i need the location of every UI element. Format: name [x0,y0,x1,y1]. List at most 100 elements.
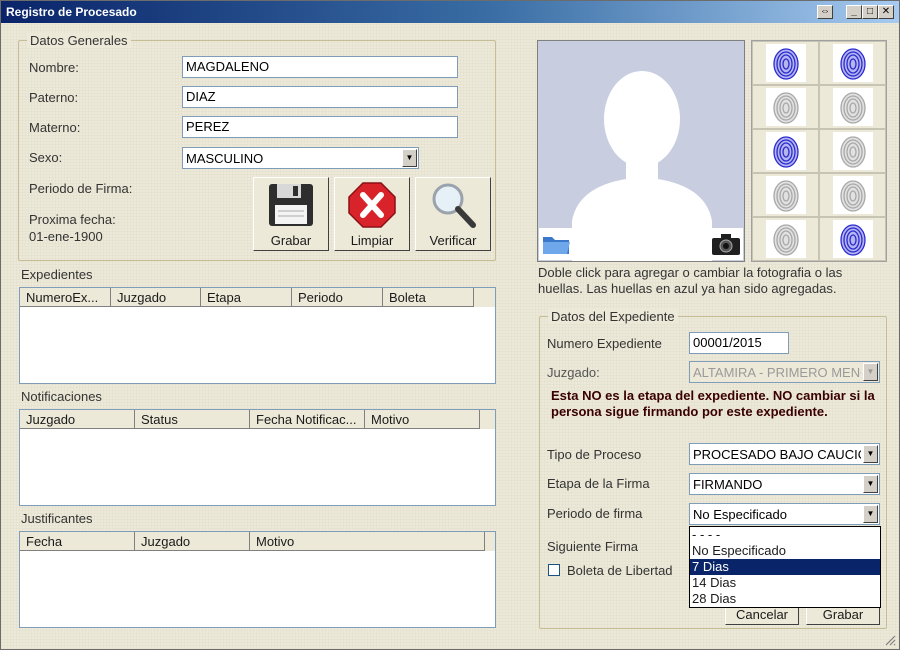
grabar-expediente-button[interactable]: Grabar [806,605,880,625]
fingerprint-icon [765,44,806,82]
tipo-proceso-label: Tipo de Proceso [547,447,642,462]
paterno-input[interactable]: DIAZ [182,86,458,108]
magnifier-icon [432,183,476,228]
boleta-libertad-checkbox[interactable] [548,564,560,576]
fingerprint-slot[interactable] [819,217,886,261]
etapa-warning: Esta NO es la etapa del expediente. NO c… [551,388,875,419]
limpiar-button-label: Limpiar [350,233,394,248]
fingerprints-grid [751,40,887,262]
juzgado-value: ALTAMIRA - PRIMERO MENOR [693,365,861,380]
col-juzgado[interactable]: Juzgado [20,410,135,429]
paterno-label: Paterno: [29,90,79,105]
folder-icon[interactable] [539,228,573,260]
justificantes-title: Justificantes [21,511,93,526]
col-juzgado[interactable]: Juzgado [111,288,201,307]
juzgado-label: Juzgado: [547,365,600,380]
col-fecha[interactable]: Fecha [20,532,135,551]
col-motivo[interactable]: Motivo [365,410,480,429]
periodo-option[interactable]: 28 Dias [690,591,880,607]
boleta-libertad-label: Boleta de Libertad [567,563,673,578]
fingerprint-icon [832,220,873,258]
etapa-firma-select[interactable]: FIRMANDO ▼ [689,473,880,495]
sexo-select[interactable]: MASCULINO ▼ [182,147,419,169]
col-boleta[interactable]: Boleta [383,288,474,307]
col-juzgado[interactable]: Juzgado [135,532,250,551]
materno-input[interactable]: PEREZ [182,116,458,138]
chevron-down-icon[interactable]: ▼ [863,475,878,493]
notificaciones-table[interactable]: Juzgado Status Fecha Notificac... Motivo [19,409,496,506]
nombre-label: Nombre: [29,60,79,75]
periodo-firma-select[interactable]: No Especificado ▼ [689,503,880,525]
col-fecha-notificacion[interactable]: Fecha Notificac... [250,410,365,429]
fingerprint-slot[interactable] [819,41,886,85]
periodo-option[interactable]: - - - - [690,527,880,543]
periodo-firma-label: Periodo de Firma: [29,181,133,196]
justificantes-table[interactable]: Fecha Juzgado Motivo [19,531,496,628]
justificantes-header: Fecha Juzgado Motivo [20,532,495,551]
limpiar-button[interactable]: Limpiar [334,177,410,251]
datos-expediente-legend: Datos del Expediente [548,309,678,324]
sexo-label: Sexo: [29,150,63,165]
fingerprint-slot[interactable] [752,129,819,173]
juzgado-select: ALTAMIRA - PRIMERO MENOR ▼ [689,361,880,383]
minimize-button[interactable]: _ [846,5,862,19]
fingerprint-icon [765,176,806,214]
verificar-button[interactable]: Verificar [415,177,491,251]
periodo-firma-dropdown[interactable]: - - - - No Especificado 7 Dias 14 Dias 2… [689,526,881,608]
camera-icon[interactable] [709,228,743,260]
fingerprint-slot[interactable] [752,173,819,217]
etapa-firma-label: Etapa de la Firma [547,476,650,491]
photo-area[interactable] [537,40,745,262]
col-motivo[interactable]: Motivo [250,532,485,551]
fingerprint-slot[interactable] [819,173,886,217]
periodo-firma-label: Periodo de firma [547,506,643,521]
expedientes-table[interactable]: NumeroEx... Juzgado Etapa Periodo Boleta [19,287,496,384]
fingerprint-slot[interactable] [819,129,886,173]
col-numero[interactable]: NumeroEx... [20,288,111,307]
numero-expediente-input[interactable]: 00001/2015 [689,332,789,354]
col-status[interactable]: Status [135,410,250,429]
expedientes-title: Expedientes [21,267,93,282]
periodo-option-selected[interactable]: 7 Dias [690,559,880,575]
cancelar-button[interactable]: Cancelar [725,605,799,625]
col-etapa[interactable]: Etapa [201,288,292,307]
resize-grip-icon[interactable] [884,634,896,646]
close-button[interactable]: ✕ [878,5,894,19]
periodo-firma-value: No Especificado [693,507,787,522]
photo-notice: Doble click para agregar o cambiar la fo… [538,265,843,296]
etapa-firma-value: FIRMANDO [693,477,763,492]
maximize-button[interactable]: □ [862,5,878,19]
nombre-input[interactable]: MAGDALENO [182,56,458,78]
chevron-down-icon[interactable]: ▼ [402,149,417,167]
grabar-button-label: Grabar [270,233,312,248]
grabar-button[interactable]: Grabar [253,177,329,251]
clear-x-icon [348,182,396,228]
fingerprint-slot[interactable] [819,85,886,129]
sexo-value: MASCULINO [186,151,264,166]
chevron-down-icon[interactable]: ▼ [863,445,878,463]
verificar-button-label: Verificar [429,233,477,248]
fingerprint-icon [832,132,873,170]
fingerprint-icon [832,44,873,82]
chevron-down-icon: ▼ [863,363,878,381]
window-title: Registro de Procesado [6,5,137,19]
chevron-down-icon[interactable]: ▼ [863,505,878,523]
resize-toggle-icon[interactable]: ⇔ [817,5,833,19]
datos-generales-legend: Datos Generales [27,33,131,48]
numero-expediente-label: Numero Expediente [547,336,662,351]
fingerprint-slot[interactable] [752,85,819,129]
tipo-proceso-select[interactable]: PROCESADO BAJO CAUCION ▼ [689,443,880,465]
fingerprint-slot[interactable] [752,217,819,261]
periodo-option[interactable]: No Especificado [690,543,880,559]
notificaciones-header: Juzgado Status Fecha Notificac... Motivo [20,410,495,429]
periodo-option[interactable]: 14 Dias [690,575,880,591]
expedientes-header: NumeroEx... Juzgado Etapa Periodo Boleta [20,288,495,307]
fingerprint-icon [765,132,806,170]
floppy-disk-icon [269,184,313,226]
fingerprint-icon [765,88,806,126]
tipo-proceso-value: PROCESADO BAJO CAUCION [693,447,861,462]
fingerprint-slot[interactable] [752,41,819,85]
siguiente-firma-label: Siguiente Firma [547,539,639,554]
title-bar[interactable]: Registro de Procesado [1,1,899,23]
col-periodo[interactable]: Periodo [292,288,383,307]
